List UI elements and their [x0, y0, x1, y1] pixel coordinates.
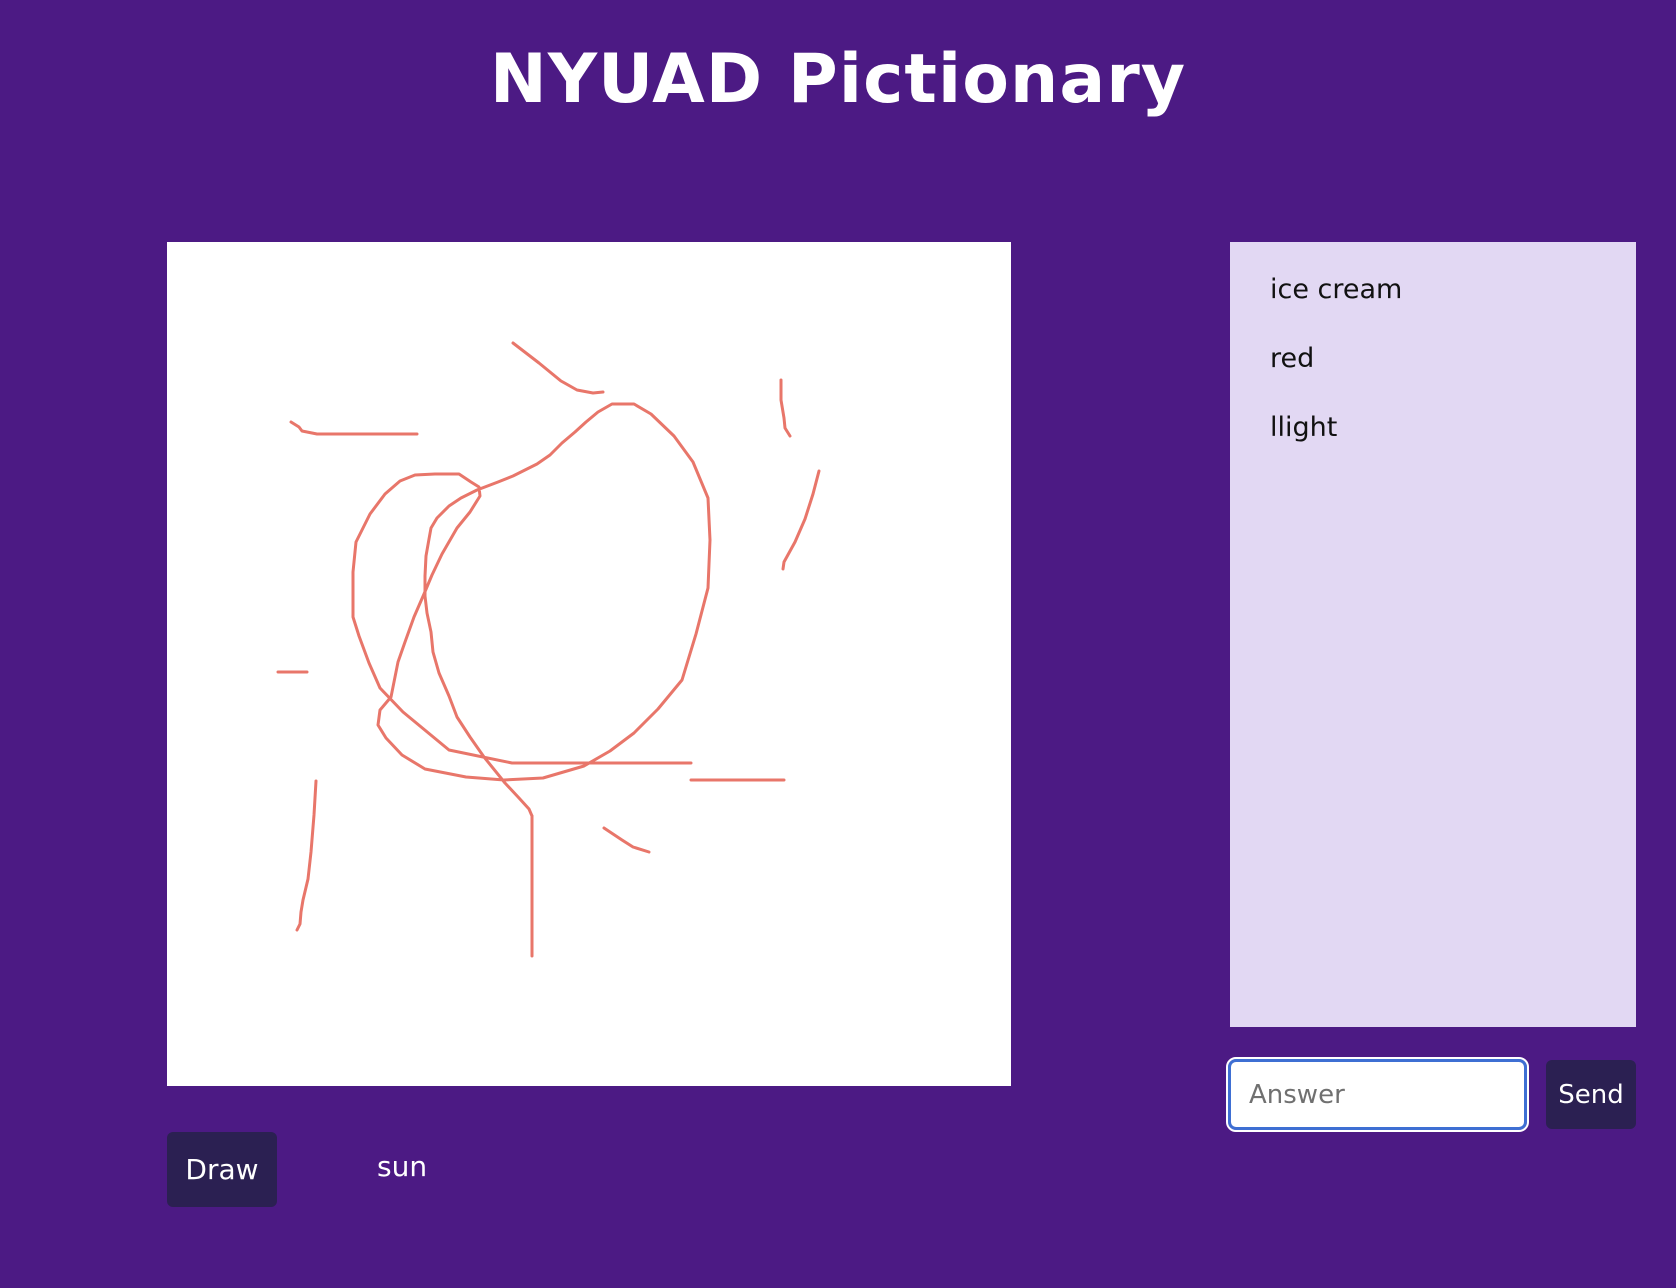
drawing-stroke	[511, 341, 605, 395]
answer-input[interactable]	[1226, 1057, 1529, 1132]
drawing-stroke	[779, 378, 792, 438]
drawing-stroke	[295, 779, 318, 932]
chat-message: llight	[1270, 412, 1338, 443]
page-title: NYUAD Pictionary	[489, 40, 1187, 119]
drawing-strokes	[276, 341, 821, 958]
secret-word: sun	[377, 1150, 428, 1183]
drawing-canvas[interactable]	[167, 242, 1011, 1086]
chat-message-list: ice cream red llight	[1230, 242, 1636, 479]
drawing-stroke	[289, 420, 419, 436]
draw-button[interactable]: Draw	[167, 1132, 277, 1207]
drawing-stroke	[351, 402, 712, 818]
drawing-stroke	[781, 469, 821, 571]
drawing-stroke	[602, 826, 651, 854]
chat-message: ice cream	[1270, 274, 1403, 305]
chat-panel: ice cream red llight	[1230, 242, 1636, 1027]
send-button[interactable]: Send	[1546, 1060, 1636, 1129]
chat-message: red	[1270, 343, 1315, 374]
